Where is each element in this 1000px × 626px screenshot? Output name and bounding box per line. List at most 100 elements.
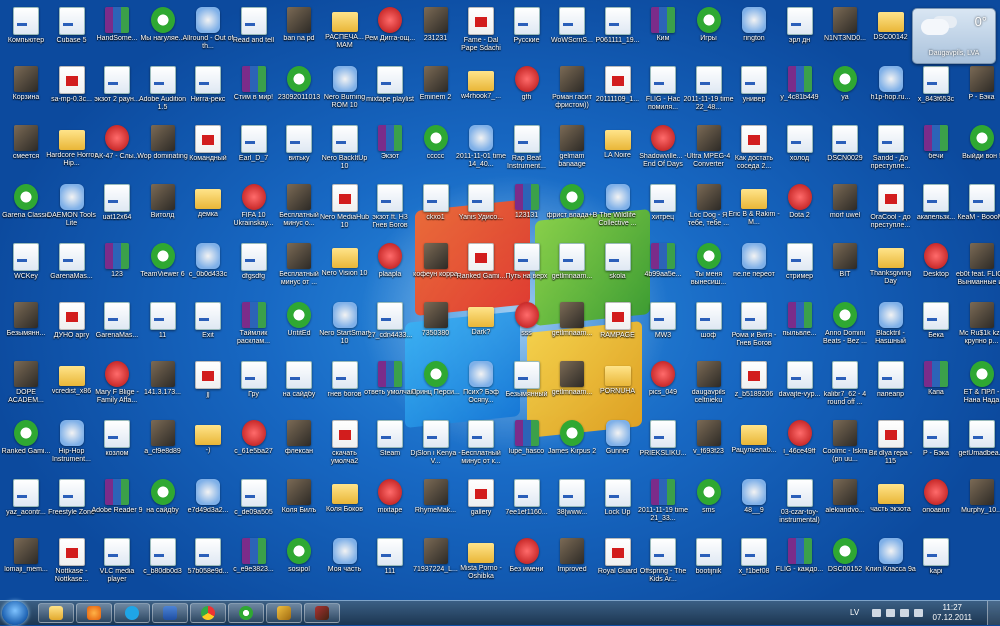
desktop-icon[interactable]: LA Noire — [592, 121, 644, 176]
desktop-icon[interactable]: Как достать соседа 2... — [728, 121, 780, 176]
desktop-icon[interactable]: Без имени — [501, 534, 553, 589]
desktop-icon[interactable]: Dota 2 — [774, 180, 826, 235]
desktop-icon[interactable]: pics_049 — [637, 357, 689, 412]
desktop-icon[interactable]: 4b99aa5e... — [637, 239, 689, 294]
desktop-icon[interactable]: 20111109_1... — [592, 62, 644, 117]
desktop-icon[interactable]: c_b80db0d3 — [137, 534, 189, 589]
desktop-icon[interactable]: Read and tell — [228, 3, 280, 58]
desktop-icon[interactable]: PRIEKSLIKU... — [637, 416, 689, 471]
desktop-icon[interactable]: папеапр — [865, 357, 917, 412]
desktop-icon[interactable]: Выйди вон ! — [956, 121, 1000, 176]
desktop-icon[interactable]: Игры — [683, 3, 735, 58]
desktop-icon[interactable]: WoWScrnS... — [546, 3, 598, 58]
desktop-icon[interactable]: 141.3.173... — [137, 357, 189, 412]
desktop-icon[interactable]: GarenaMas... — [91, 298, 143, 353]
desktop-icon[interactable]: стример — [774, 239, 826, 294]
desktop-icon[interactable]: 2011-11-19 time 21_33... — [637, 475, 689, 530]
desktop-icon[interactable]: Anno Domini Beats - Bez ... — [819, 298, 871, 353]
desktop-icon[interactable]: 57b058e9d... — [182, 534, 234, 589]
desktop-icon[interactable]: Garena Classic — [0, 180, 52, 235]
network-icon[interactable] — [900, 609, 909, 617]
desktop-icon[interactable]: rington — [728, 3, 780, 58]
desktop-icon[interactable]: James Kirpus 2 — [546, 416, 598, 471]
desktop-icon[interactable]: kalibr7_62 - 4 round off ... — [819, 357, 871, 412]
desktop-icon[interactable]: alekiandvo... — [819, 475, 871, 530]
desktop-icon[interactable]: yaz_acontr... — [0, 475, 52, 530]
desktop-icon[interactable]: MW3 — [637, 298, 689, 353]
desktop-icon[interactable]: daugavpils celtnieku — [683, 357, 735, 412]
skype-taskbar-button[interactable] — [114, 603, 150, 623]
desktop-icon[interactable]: Allround - Out of th... — [182, 3, 234, 58]
desktop-icon[interactable]: c_0b0d433c — [182, 239, 234, 294]
desktop-icon[interactable]: getlmnaam... — [546, 239, 598, 294]
desktop-icon[interactable]: Нигга-рекс — [182, 62, 234, 117]
desktop-icon[interactable]: ccccc — [410, 121, 462, 176]
desktop-icon[interactable]: холод — [774, 121, 826, 176]
arrow-up-icon[interactable] — [872, 609, 881, 617]
desktop-icon[interactable]: ДУНО аргу — [46, 298, 98, 353]
desktop-icon[interactable]: gfh — [501, 62, 553, 117]
desktop-icon[interactable]: mixtape — [364, 475, 416, 530]
desktop-icon[interactable]: Стим в мир! — [228, 62, 280, 117]
desktop-icon[interactable]: акапельзк... — [910, 180, 962, 235]
desktop-icon[interactable]: Eminem 2 — [410, 62, 462, 117]
desktop-icon[interactable]: Ultra MPEG-4 Converter — [683, 121, 735, 176]
desktop-icon[interactable]: c_61e5ba27 — [228, 416, 280, 471]
desktop-icon[interactable]: 11 — [137, 298, 189, 353]
desktop-icon[interactable]: sa-mp-0.3c... — [46, 62, 98, 117]
desktop-icon[interactable]: скачать умолча2 — [319, 416, 371, 471]
desktop-icon[interactable]: Eric B & Rakim - M... — [728, 180, 780, 235]
language-indicator[interactable]: LV — [850, 608, 859, 617]
desktop-icon[interactable]: козлом — [91, 416, 143, 471]
desktop-icon[interactable]: RhymeMak... — [410, 475, 462, 530]
desktop-icon[interactable]: пыльвле... — [774, 298, 826, 353]
desktop-icon[interactable]: Коля Билъ — [273, 475, 325, 530]
desktop-icon[interactable]: getlmnaam... — [546, 298, 598, 353]
desktop-icon[interactable]: Blacktril - Наsшный — [865, 298, 917, 353]
desktop-icon[interactable]: гнев богов — [319, 357, 371, 412]
desktop-icon[interactable]: Cubase 5 — [46, 3, 98, 58]
desktop-icon[interactable]: getUmadbea... — [956, 416, 1000, 471]
desktop-icon[interactable]: Lock Up — [592, 475, 644, 530]
desktop-icon[interactable]: Рацульелаб... — [728, 416, 780, 471]
desktop-icon[interactable]: ya — [819, 62, 871, 117]
desktop-icon[interactable]: h1p-hop.ru... — [865, 62, 917, 117]
desktop-icon[interactable]: lomaji_mem... — [0, 534, 52, 589]
desktop-icon[interactable]: Ким — [637, 3, 689, 58]
desktop-icon[interactable]: Клип Класса 9а — [865, 534, 917, 589]
desktop-icon[interactable]: bootijnik — [683, 534, 735, 589]
desktop-icon[interactable]: Путь на верх — [501, 239, 553, 294]
desktop-icon[interactable]: mixtape playlist — [364, 62, 416, 117]
desktop-icon[interactable]: FLIG - каждо... — [774, 534, 826, 589]
desktop-icon[interactable]: 23092011013 — [273, 62, 325, 117]
desktop-icon[interactable]: эрл дн — [774, 3, 826, 58]
desktop-icon[interactable]: OraCool - до преступле... — [865, 180, 917, 235]
flag-icon[interactable] — [886, 609, 895, 617]
desktop-icon[interactable]: Nero Burning ROM 10 — [319, 62, 371, 117]
desktop-icon[interactable]: WCKey — [0, 239, 52, 294]
volume-icon[interactable] — [914, 609, 923, 617]
desktop-icon[interactable]: флексан — [273, 416, 325, 471]
desktop-icon[interactable]: 7350380 — [410, 298, 462, 353]
desktop-icon[interactable]: демка — [182, 180, 234, 235]
desktop-icon[interactable]: DAEMON Tools Lite — [46, 180, 98, 235]
desktop-icon[interactable]: на сайдбу — [273, 357, 325, 412]
desktop-icon[interactable]: Offspring - The Kids Ar... — [637, 534, 689, 589]
desktop-icon[interactable]: Таймлик расклам... — [228, 298, 280, 353]
desktop-icon[interactable]: Desktop — [910, 239, 962, 294]
desktop-icon[interactable]: c_de09a505 — [228, 475, 280, 530]
desktop-icon[interactable]: gelmam banaage — [546, 121, 598, 176]
desktop-icon[interactable]: кофеун корра — [410, 239, 462, 294]
desktop-icon[interactable]: Гру — [228, 357, 280, 412]
desktop-icon[interactable]: Mista Porno - Oshibka — [455, 534, 507, 589]
desktop-icon[interactable]: Steam — [364, 416, 416, 471]
desktop-icon[interactable]: Русские — [501, 3, 553, 58]
desktop-icon[interactable]: 111 — [364, 534, 416, 589]
weather-gadget[interactable]: 0° Daugavpils, LVA — [912, 8, 996, 64]
desktop-icon[interactable]: 03-czar-toy-instrumental) — [774, 475, 826, 530]
desktop-icon[interactable]: e7d49d3a2... — [182, 475, 234, 530]
desktop-icon[interactable]: смеется — [0, 121, 52, 176]
desktop-icon[interactable]: Royal Guard — [592, 534, 644, 589]
desktop-icon[interactable]: sss — [501, 298, 553, 353]
desktop-icon[interactable]: oпоавлл — [910, 475, 962, 530]
